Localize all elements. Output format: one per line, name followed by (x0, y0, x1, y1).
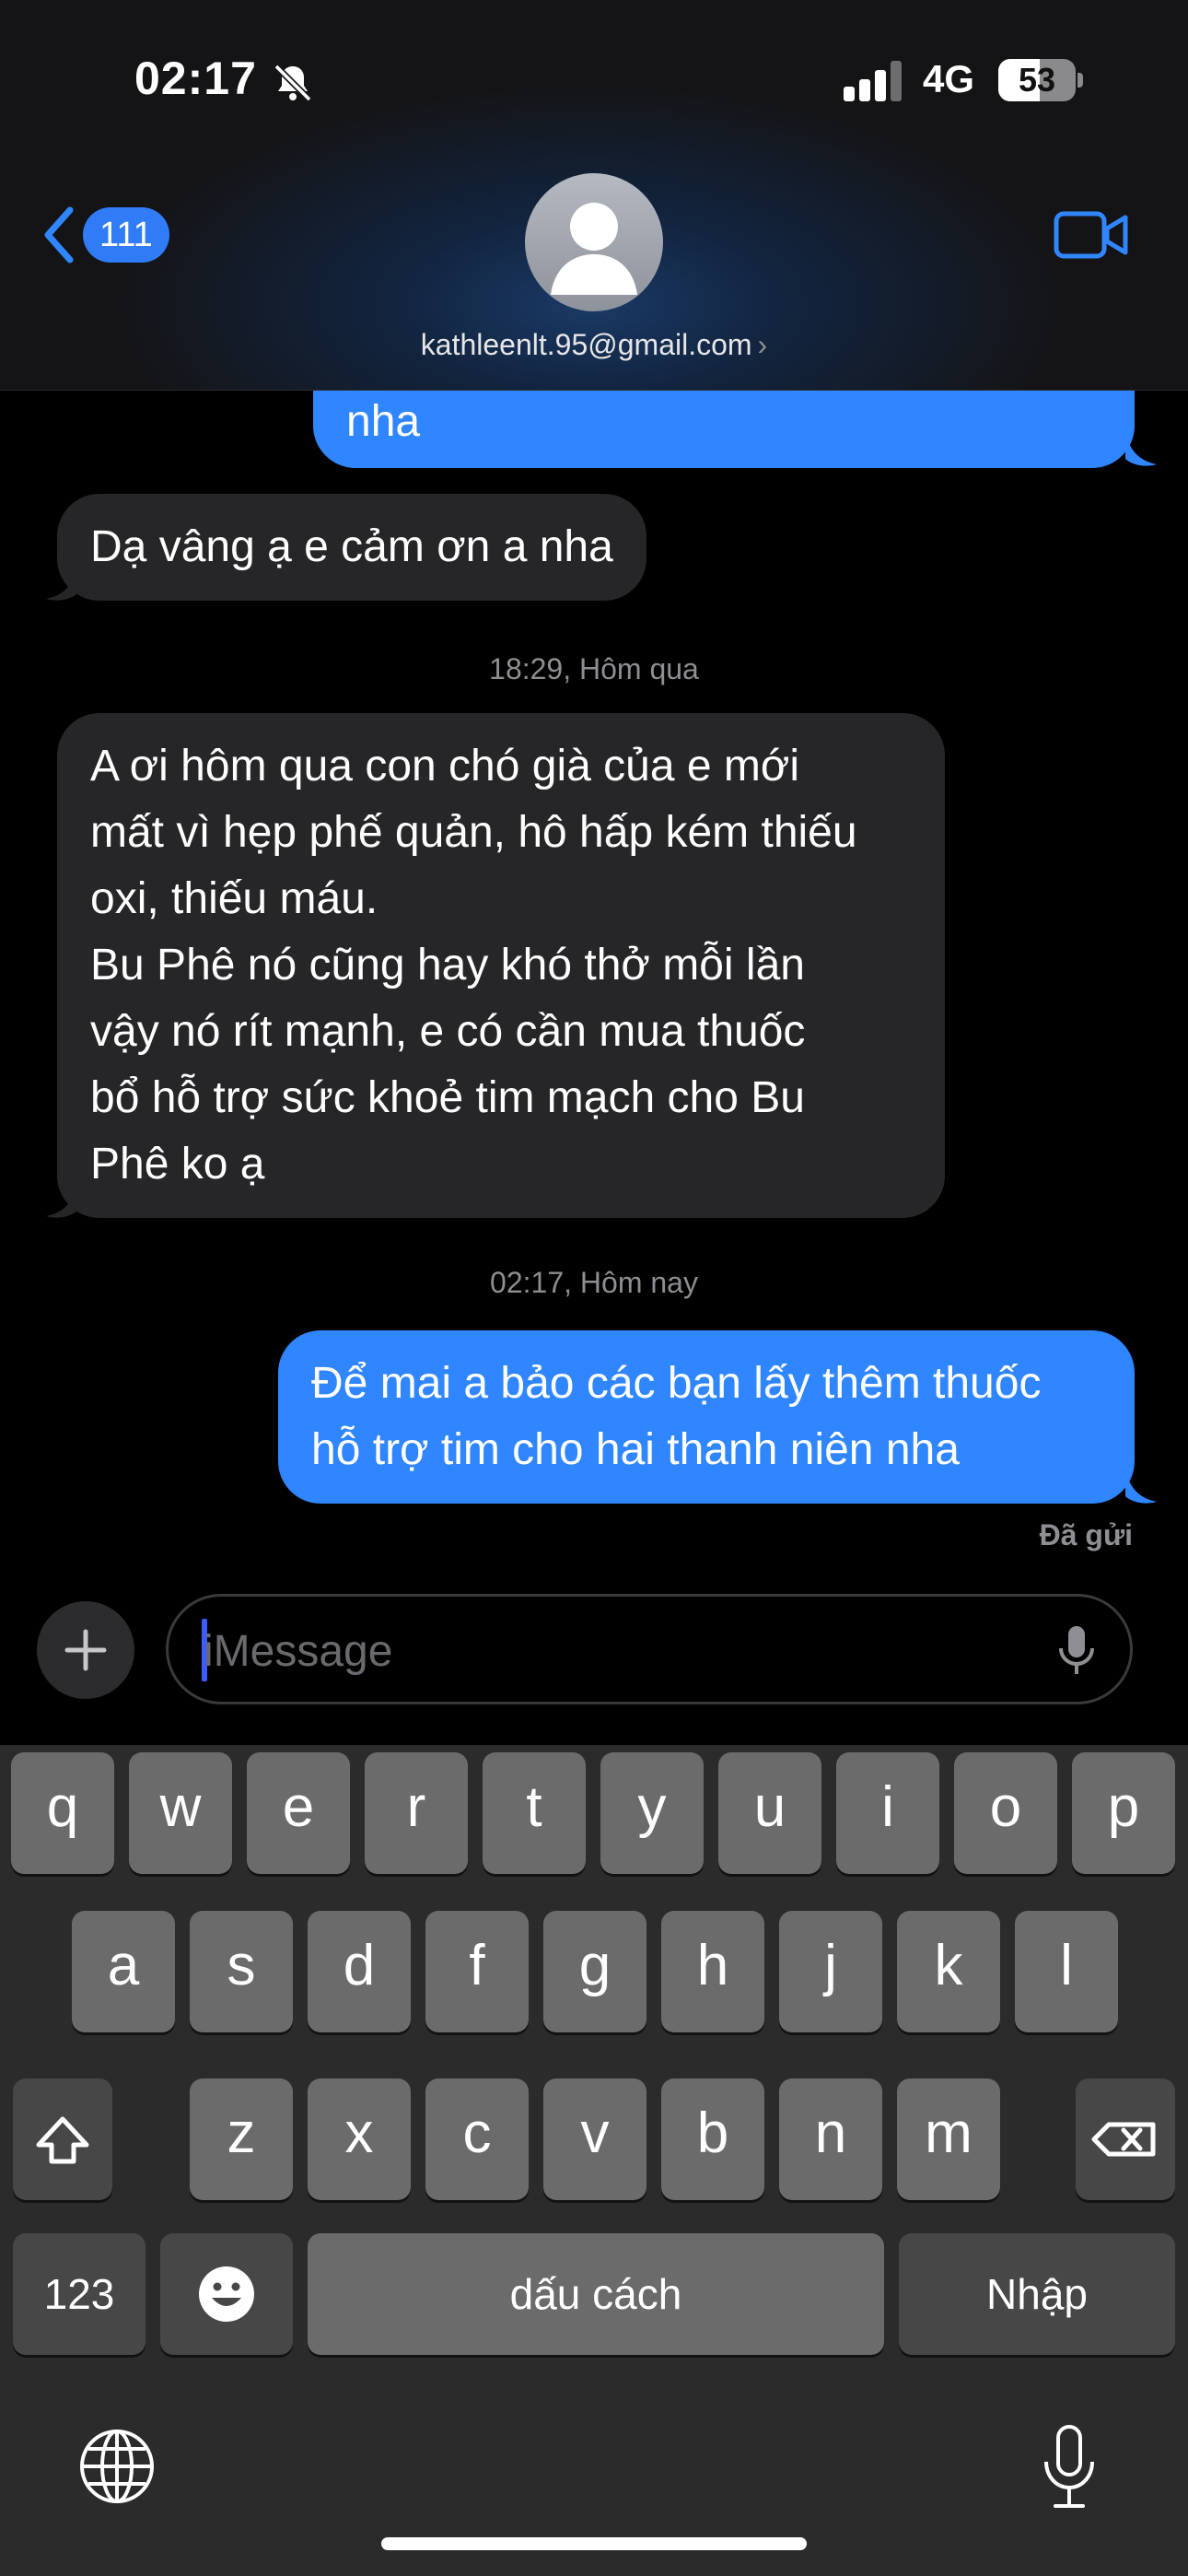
chevron-left-icon (44, 206, 74, 263)
key-o[interactable]: o (954, 1752, 1057, 1874)
key-x[interactable]: x (308, 2078, 411, 2200)
shift-icon (36, 2116, 89, 2164)
key-l[interactable]: l (1015, 1911, 1118, 2032)
key-h[interactable]: h (661, 1911, 764, 2032)
space-key[interactable]: dấu cách (308, 2233, 884, 2355)
timestamp: 18:29, Hôm qua (489, 652, 699, 685)
message-list[interactable]: nha Dạ vâng ạ e cảm ơn a nha 18:29, Hôm … (0, 354, 1188, 1579)
key-t[interactable]: t (483, 1752, 586, 1874)
emoji-key[interactable] (160, 2233, 293, 2355)
message-input-placeholder: iMessage (204, 1627, 393, 1676)
home-indicator[interactable] (381, 2537, 807, 2550)
bubble-tail (46, 566, 77, 601)
key-v[interactable]: v (543, 2078, 646, 2200)
key-f[interactable]: f (425, 1911, 529, 2032)
delete-key[interactable] (1076, 2078, 1175, 2200)
contact-avatar[interactable] (525, 173, 663, 311)
person-icon (551, 203, 637, 295)
key-c[interactable]: c (425, 2078, 529, 2200)
microphone-icon[interactable] (1056, 1624, 1097, 1678)
key-k[interactable]: k (897, 1911, 1000, 2032)
message-input[interactable]: iMessage (166, 1594, 1133, 1704)
received-message[interactable]: Dạ vâng ạ e cảm ơn a nha (57, 494, 646, 601)
keyboard: qwertyuiop asdfghjkl zxcvbnm 123 dấu các… (0, 1745, 1188, 2576)
bubble-tail (46, 1183, 77, 1218)
plus-icon (64, 1629, 107, 1671)
key-b[interactable]: b (661, 2078, 764, 2200)
delete-icon (1091, 2122, 1156, 2157)
received-message[interactable]: A ơi hôm qua con chó già của e mới mất v… (57, 713, 945, 1218)
key-e[interactable]: e (247, 1752, 350, 1874)
key-p[interactable]: p (1072, 1752, 1175, 1874)
bubble-tail (1125, 431, 1157, 466)
contact-name[interactable]: kathleenlt.95@gmail.com › (0, 328, 1188, 362)
back-button[interactable]: 111 (41, 205, 169, 265)
dictation-icon[interactable] (1041, 2423, 1098, 2512)
unread-count-badge: 111 (83, 207, 169, 263)
key-j[interactable]: j (779, 1911, 882, 2032)
key-s[interactable]: s (190, 1911, 293, 2032)
key-z[interactable]: z (190, 2078, 293, 2200)
status-time: 02:17 (134, 53, 257, 104)
globe-icon[interactable] (77, 2427, 157, 2506)
conversation-header: 02:17 4G 53 111 kathleenlt.95@gmail.com › (0, 0, 1188, 391)
key-n[interactable]: n (779, 2078, 882, 2200)
key-i[interactable]: i (836, 1752, 939, 1874)
key-d[interactable]: d (308, 1911, 411, 2032)
apps-plus-button[interactable] (37, 1601, 134, 1699)
battery-icon: 53 (998, 59, 1083, 101)
key-y[interactable]: y (600, 1752, 704, 1874)
key-w[interactable]: w (129, 1752, 232, 1874)
sent-message[interactable]: Để mai a bảo các bạn lấy thêm thuốc hỗ t… (278, 1330, 1135, 1504)
key-r[interactable]: r (365, 1752, 468, 1874)
return-key[interactable]: Nhập (899, 2233, 1175, 2355)
bell-slash-icon (274, 64, 312, 102)
signal-icon (844, 61, 902, 101)
network-type: 4G (923, 57, 975, 100)
battery-percent: 53 (1018, 61, 1056, 99)
bubble-tail (1125, 1469, 1157, 1504)
numbers-key[interactable]: 123 (13, 2233, 146, 2355)
key-g[interactable]: g (543, 1911, 646, 2032)
emoji-icon (199, 2266, 254, 2322)
chevron-right-icon: › (757, 328, 768, 361)
key-m[interactable]: m (897, 2078, 1000, 2200)
key-a[interactable]: a (72, 1911, 175, 2032)
key-u[interactable]: u (718, 1752, 821, 1874)
key-q[interactable]: q (11, 1752, 114, 1874)
timestamp: 02:17, Hôm nay (490, 1266, 698, 1299)
shift-key[interactable] (13, 2078, 112, 2200)
video-camera-icon[interactable] (1054, 208, 1129, 262)
delivery-status: Đã gửi (1039, 1518, 1133, 1551)
